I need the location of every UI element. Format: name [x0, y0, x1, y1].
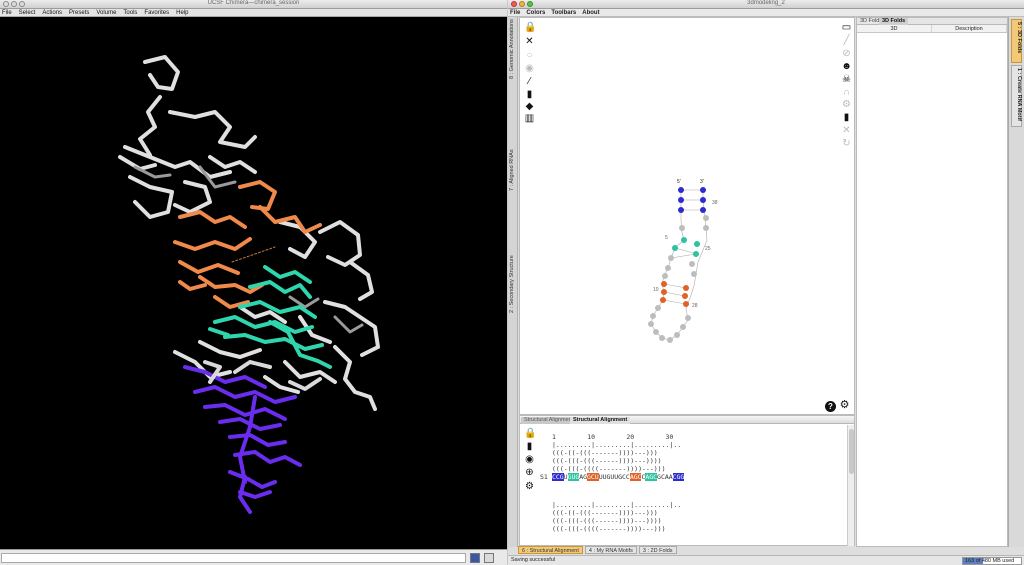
white-residues	[118, 55, 380, 411]
lock-icon[interactable]: 🔒	[524, 428, 536, 439]
menu-help[interactable]: Help	[176, 9, 188, 16]
help-icon[interactable]: ?	[825, 401, 836, 412]
alignment-scrollbar[interactable]	[847, 425, 854, 546]
column-3d[interactable]: 3D	[857, 25, 932, 32]
folds-panel-tabs: 3D Folds 3D Folds	[857, 18, 1007, 25]
menu-file[interactable]: File	[510, 9, 520, 16]
chimera-titlebar: UCSF Chimera—chimera_session	[0, 0, 507, 9]
structure-line: (((-(((-(((------))))---))))	[552, 517, 662, 525]
command-input[interactable]	[1, 553, 466, 563]
tab-structural-alignment[interactable]: 6 : Structural Alignment	[518, 546, 583, 554]
menu-about[interactable]: About	[582, 9, 599, 16]
right-vertical-tabs: 5 : 3D Folds 1 : Create RNA Motif	[1008, 17, 1024, 547]
structure-line: (((-(((-((((-------))))---)))	[552, 465, 666, 473]
left-vertical-tabs: 8 : Genomic Annotations 7 : Aligned RNAs…	[508, 17, 518, 547]
status-bar: Saving successful 163 of 480 MB used	[508, 555, 1024, 565]
position-label: 10	[653, 287, 659, 293]
nucleotide-nodes	[648, 187, 709, 343]
export-icon[interactable]: ⊕	[524, 467, 535, 478]
tab-2d-folds[interactable]: 3 : 2D Folds	[638, 546, 677, 554]
sequence-label: S1	[540, 473, 548, 481]
chimera-window-title: UCSF Chimera—chimera_session	[207, 0, 300, 6]
tab-structural-alignment-active[interactable]: Structural Alignment	[570, 417, 631, 424]
tab-secondary-structure[interactable]: 2 : Secondary Structure	[508, 131, 518, 313]
tab-label: 2 : Secondary Structure	[509, 255, 515, 313]
tab-3d-folds-active[interactable]: 3D Folds	[879, 18, 909, 25]
memory-indicator[interactable]: 163 of 480 MB used	[962, 557, 1022, 565]
tab-label: 5 : 3D Folds	[1016, 22, 1022, 54]
chimera-menubar: File Select Actions Presets Volume Tools…	[0, 9, 507, 17]
command-line-bar	[0, 549, 507, 565]
menu-file[interactable]: File	[2, 9, 12, 16]
scrollbar-thumb[interactable]	[849, 429, 854, 474]
menu-toolbars[interactable]: Toolbars	[551, 9, 576, 16]
menu-presets[interactable]: Presets	[69, 9, 89, 16]
folds-panel: 3D Folds 3D Folds 3D Description	[856, 17, 1008, 547]
menu-actions[interactable]: Actions	[42, 9, 62, 16]
tab-label: 1 : Create RNA Motif	[1016, 68, 1022, 121]
settings-gear-icon[interactable]: ⚙	[839, 400, 850, 411]
position-label: 5	[665, 235, 668, 241]
orange-residues	[173, 180, 322, 309]
secondary-structure-drawing	[648, 187, 709, 343]
memory-text: 163 of 480 MB used	[965, 558, 1015, 564]
modeling-window-title: 3dmodeling_2	[747, 0, 785, 6]
menu-favorites[interactable]: Favorites	[144, 9, 169, 16]
three-prime-label: 3'	[700, 179, 704, 185]
menu-select[interactable]: Select	[19, 9, 36, 16]
ruler-marks: |.........|.........|.........|..	[552, 441, 682, 449]
modeling-titlebar: 3dmodeling_2	[508, 0, 1024, 9]
five-prime-label: 5'	[677, 179, 681, 185]
rna-3d-structure	[118, 55, 380, 514]
tab-genomic-annotations[interactable]: 8 : Genomic Annotations	[508, 17, 518, 79]
position-label: 38	[712, 200, 718, 206]
molecule-viewer[interactable]	[0, 17, 507, 549]
tab-structural-alignment[interactable]: Structural Alignment	[521, 417, 577, 424]
structure-line: (((-(((-(((------))))---))))	[552, 457, 662, 465]
modeling-window: 3dmodeling_2 File Colors Toolbars About …	[508, 0, 1024, 565]
menu-colors[interactable]: Colors	[526, 9, 545, 16]
column-description[interactable]: Description	[932, 25, 1007, 32]
command-execute-button[interactable]	[470, 553, 480, 563]
tab-label: 8 : Genomic Annotations	[509, 19, 515, 79]
tab-create-rna-motif[interactable]: 1 : Create RNA Motif	[1011, 65, 1022, 127]
position-label: 25	[705, 246, 711, 252]
command-history-button[interactable]	[484, 553, 494, 563]
tab-3d-folds-side[interactable]: 5 : 3D Folds	[1011, 19, 1022, 63]
secondary-structure-canvas[interactable]: 🔒 ✕ ○ ◉ ⁄ ▮ ◆ ▥ ▭ ╱ ⊘ ☻ ☠ ∩ ⚙ ▮ ✕ ↻ 5' 3…	[519, 17, 855, 415]
ruler-numbers: 1 10 20 30	[552, 433, 674, 441]
ruler-marks: |.........|.........|.........|..	[552, 501, 682, 509]
modeling-menubar: File Colors Toolbars About	[508, 9, 1024, 17]
tab-aligned-rnas[interactable]: 7 : Aligned RNAs	[508, 81, 518, 191]
chimera-window: UCSF Chimera—chimera_session File Select…	[0, 0, 507, 565]
tab-my-rna-motifs[interactable]: 4 : My RNA Motifs	[584, 546, 637, 554]
position-label: 28	[692, 303, 698, 309]
menu-volume[interactable]: Volume	[96, 9, 116, 16]
structural-alignment-panel: Structural Alignment Structural Alignmen…	[519, 415, 855, 546]
structure-line: (((-(((-((((-------))))---)))	[552, 525, 666, 533]
gears-icon[interactable]: ⚙	[524, 481, 535, 492]
status-message: Saving successful	[511, 557, 556, 563]
eye-icon[interactable]: ◉	[524, 454, 535, 465]
menu-tools[interactable]: Tools	[123, 9, 137, 16]
structure-line: (((-((-(((-------))))---)))	[552, 509, 658, 517]
paintbrush-icon[interactable]: ▮	[524, 441, 535, 452]
structure-line: (((-((-(((-------))))---)))	[552, 449, 658, 457]
panel-header: Structural Alignment Structural Alignmen…	[520, 416, 854, 424]
sequence-row[interactable]: CCGUGUGAGGCUUUGUUGCCAGCCAGCGCAACGG	[552, 473, 684, 481]
nucleotide[interactable]: G	[680, 473, 684, 481]
bottom-tabs: 6 : Structural Alignment 4 : My RNA Moti…	[518, 546, 677, 554]
folds-table-header: 3D Description	[857, 25, 1007, 33]
